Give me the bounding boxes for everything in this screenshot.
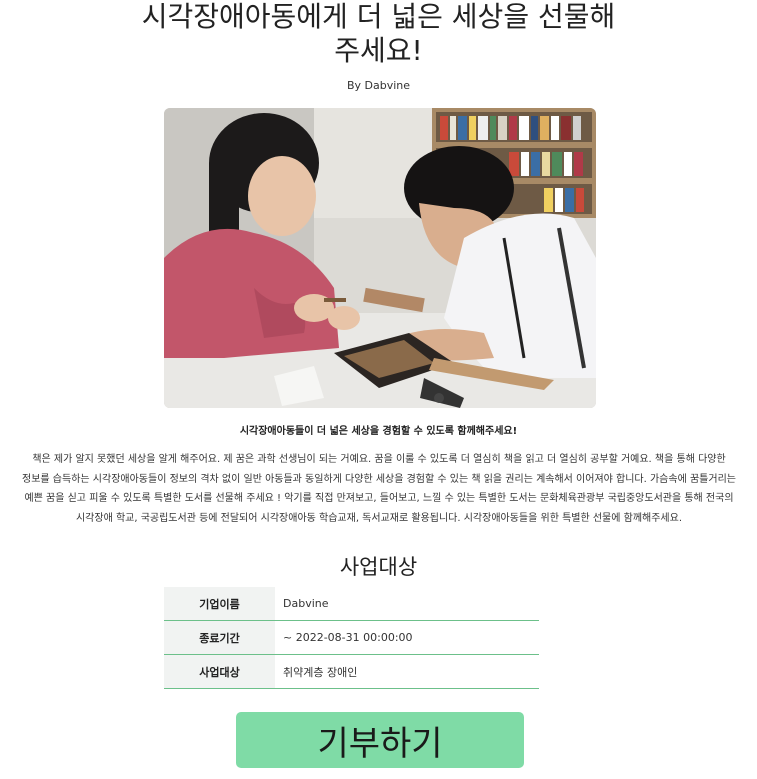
table-row: 사업대상 취약계층 장애인 [164,654,539,689]
table-row: 기업이름 Dabvine [164,587,539,621]
company-name-label: 기업이름 [164,587,275,621]
campaign-description: 책은 제가 알지 못했던 세상을 알게 해주어요. 제 꿈은 과학 선생님이 되… [22,454,736,524]
end-date-label: 종료기간 [164,620,275,655]
business-info-table: 기업이름 Dabvine 종료기간 ~ 2022-08-31 00:00:00 … [164,587,539,689]
donate-button[interactable]: 기부하기 [236,712,524,768]
photo-caption: 시각장애아동들이 더 넓은 세상을 경험할 수 있도록 함께해주세요! [239,426,518,437]
end-date-value: ~ 2022-08-31 00:00:00 [275,620,539,655]
target-group-label: 사업대상 [164,654,275,689]
company-name-value: Dabvine [275,587,539,621]
section-title: 사업대상 [339,555,418,579]
campaign-photo [164,108,596,408]
target-group-value: 취약계층 장애인 [275,654,539,689]
author-byline: By Dabvine [346,79,411,92]
page-title: 시각장애아동에게 더 넓은 세상을 선물해주세요! [141,0,616,67]
table-row: 종료기간 ~ 2022-08-31 00:00:00 [164,620,539,655]
